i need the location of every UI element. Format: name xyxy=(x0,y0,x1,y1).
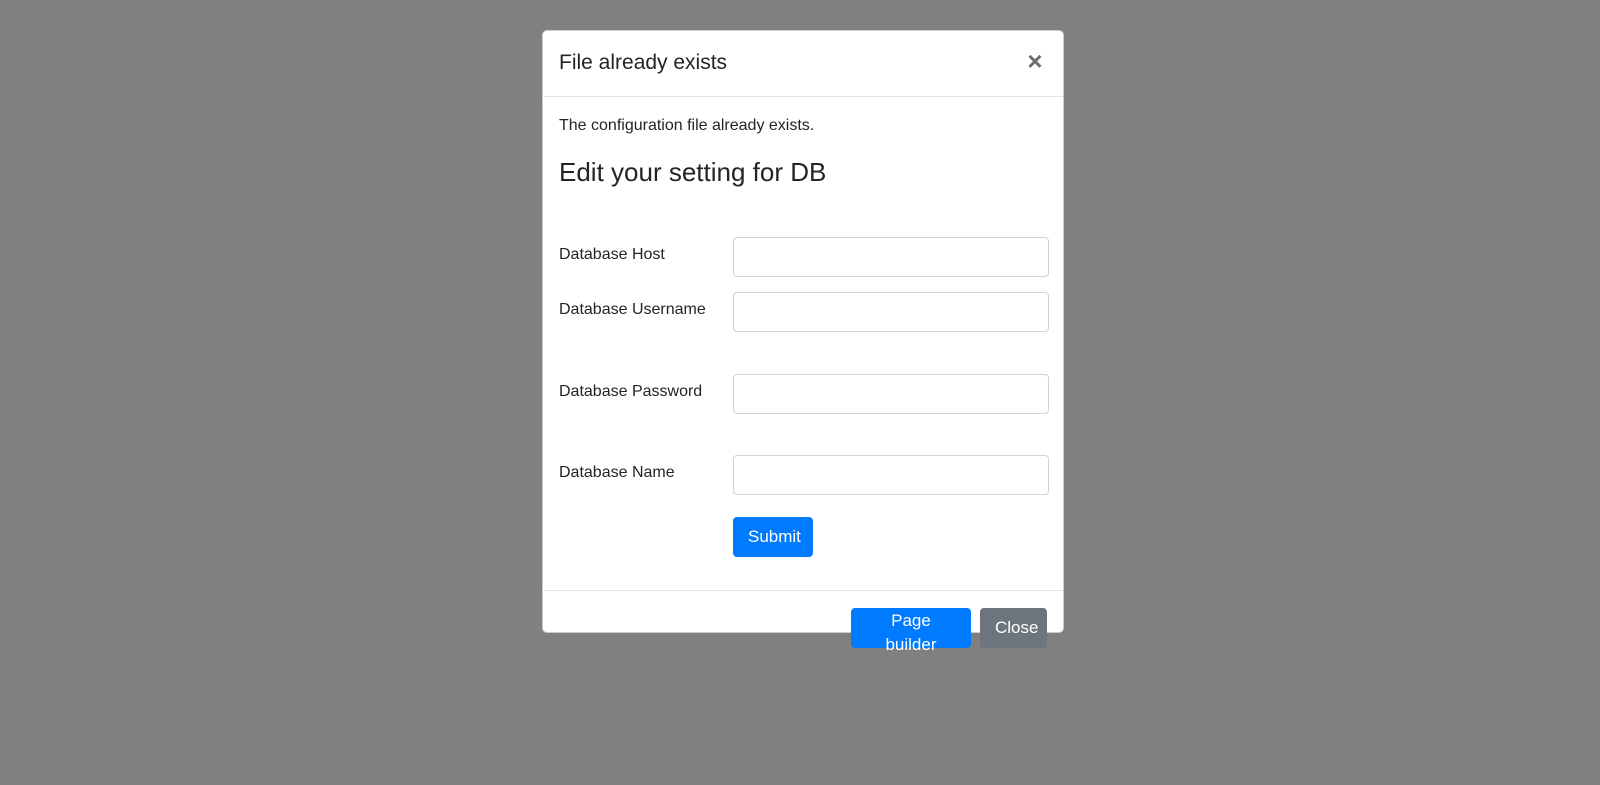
database-name-label: Database Name xyxy=(559,464,675,481)
database-name-input[interactable] xyxy=(733,455,1049,495)
close-icon[interactable]: × xyxy=(1023,47,1047,75)
close-button[interactable]: Close xyxy=(980,608,1047,648)
database-username-input[interactable] xyxy=(733,292,1049,332)
database-password-input[interactable] xyxy=(733,374,1049,414)
submit-button[interactable]: Submit xyxy=(733,517,813,557)
page-builder-button[interactable]: Page builder xyxy=(851,608,971,654)
intro-text: The configuration file already exists. xyxy=(559,117,815,134)
modal-title: File already exists xyxy=(559,51,728,74)
database-password-label: Database Password xyxy=(559,383,703,400)
database-host-input[interactable] xyxy=(733,237,1049,277)
database-host-label: Database Host xyxy=(559,246,665,263)
modal-footer: Page builder Close xyxy=(543,590,1063,654)
database-username-label: Database Username xyxy=(559,301,706,318)
modal-header: File already exists × xyxy=(543,31,1063,97)
file-exists-modal: File already exists × The configuration … xyxy=(542,30,1064,654)
modal-body: The configuration file already exists. E… xyxy=(543,97,1063,590)
section-heading: Edit your setting for DB xyxy=(559,157,827,187)
